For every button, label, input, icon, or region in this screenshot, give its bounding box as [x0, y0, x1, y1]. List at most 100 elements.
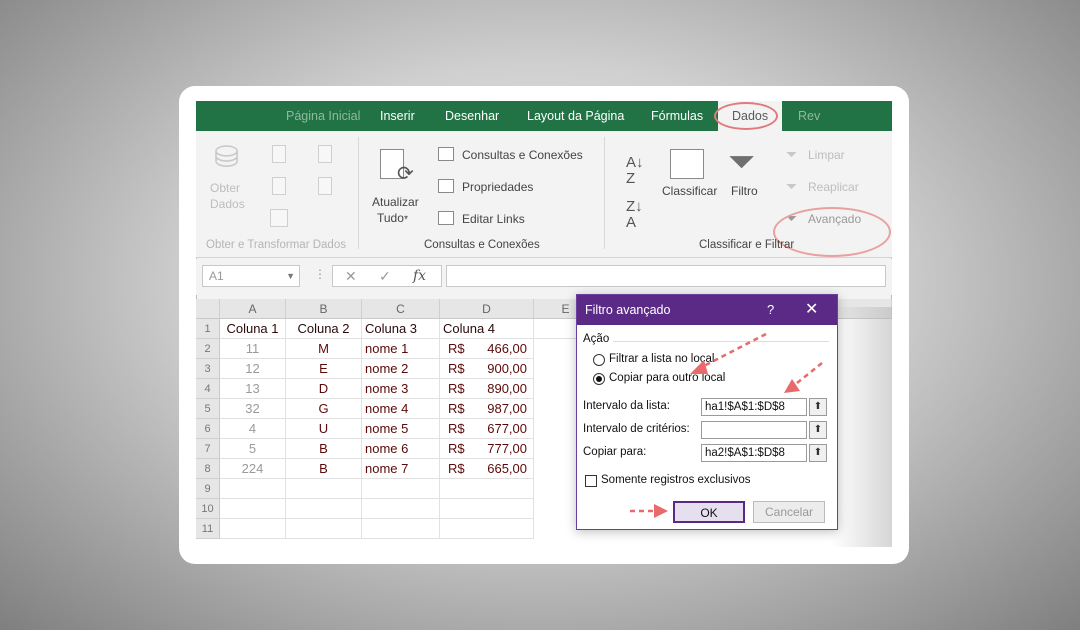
empty-cell[interactable]	[286, 499, 362, 519]
column-header-a[interactable]: A	[220, 299, 286, 319]
table-cell[interactable]: nome 5	[362, 419, 440, 439]
reapply-button[interactable]: Reaplicar	[808, 180, 859, 194]
empty-cell[interactable]	[362, 479, 440, 499]
tab-desenhar[interactable]: Desenhar	[445, 101, 499, 131]
recent-sources-icon[interactable]	[318, 145, 332, 163]
table-cell[interactable]: nome 4	[362, 399, 440, 419]
from-web-icon[interactable]	[272, 177, 286, 195]
row-header[interactable]: 11	[196, 519, 220, 539]
empty-cell[interactable]	[286, 519, 362, 539]
queries-connections-button[interactable]: Consultas e Conexões	[462, 148, 583, 162]
filter-in-place-radio[interactable]	[593, 354, 605, 366]
close-icon[interactable]: ✕	[805, 295, 818, 325]
name-box[interactable]: A1 ▼	[202, 265, 300, 287]
empty-cell[interactable]	[440, 499, 534, 519]
empty-cell[interactable]	[286, 479, 362, 499]
empty-cell[interactable]	[220, 499, 286, 519]
sort-a-z-icon[interactable]: A↓ Z	[626, 155, 644, 187]
edit-links-button[interactable]: Editar Links	[462, 212, 525, 226]
empty-cell[interactable]	[220, 519, 286, 539]
table-cell[interactable]: nome 1	[362, 339, 440, 359]
table-cell[interactable]: R$ 890,00	[440, 379, 534, 399]
row-header[interactable]: 1	[196, 319, 220, 339]
copy-to-input[interactable]: ha2!$A$1:$D$8	[701, 444, 807, 462]
sort-z-a-icon[interactable]: Z↓ A	[626, 199, 643, 231]
table-cell[interactable]: D	[286, 379, 362, 399]
table-cell[interactable]: R$ 987,00	[440, 399, 534, 419]
obter-dados-label-1[interactable]: Obter	[210, 181, 240, 195]
table-cell[interactable]: nome 7	[362, 459, 440, 479]
sort-button[interactable]: Classificar	[662, 184, 717, 198]
row-header[interactable]: 3	[196, 359, 220, 379]
list-range-input[interactable]: ha1!$A$1:$D$8	[701, 398, 807, 416]
help-icon[interactable]: ?	[767, 295, 774, 325]
empty-cell[interactable]	[362, 499, 440, 519]
obter-dados-label-2[interactable]: Dados	[210, 197, 245, 211]
row-header[interactable]: 5	[196, 399, 220, 419]
column-header-d[interactable]: D	[440, 299, 534, 319]
refresh-all-label-1[interactable]: Atualizar	[372, 195, 419, 209]
row-header[interactable]: 6	[196, 419, 220, 439]
header-cell[interactable]: Coluna 2	[286, 319, 362, 339]
empty-cell[interactable]	[440, 479, 534, 499]
existing-connections-icon[interactable]	[318, 177, 332, 195]
table-cell[interactable]: 224	[220, 459, 286, 479]
table-cell[interactable]: R$ 900,00	[440, 359, 534, 379]
tab-formulas[interactable]: Fórmulas	[651, 101, 703, 131]
row-header[interactable]: 2	[196, 339, 220, 359]
empty-cell[interactable]	[220, 479, 286, 499]
select-all-corner[interactable]	[196, 299, 220, 319]
table-cell[interactable]: 13	[220, 379, 286, 399]
ok-button[interactable]: OK	[673, 501, 745, 523]
formula-input[interactable]	[446, 265, 886, 287]
header-cell[interactable]: Coluna 4	[440, 319, 534, 339]
row-header[interactable]: 7	[196, 439, 220, 459]
empty-cell[interactable]	[362, 519, 440, 539]
tab-pagina-inicial[interactable]: Página Inicial	[286, 101, 360, 131]
clear-button[interactable]: Limpar	[808, 148, 845, 162]
row-header[interactable]: 8	[196, 459, 220, 479]
collapse-dialog-icon[interactable]: ⬆	[809, 398, 827, 416]
header-cell[interactable]: Coluna 3	[362, 319, 440, 339]
filter-button[interactable]: Filtro	[731, 184, 758, 198]
collapse-dialog-icon[interactable]: ⬆	[809, 421, 827, 439]
copy-to-location-radio[interactable]	[593, 373, 605, 385]
cancel-button[interactable]: Cancelar	[753, 501, 825, 523]
table-cell[interactable]: 5	[220, 439, 286, 459]
table-cell[interactable]: R$ 466,00	[440, 339, 534, 359]
properties-button[interactable]: Propriedades	[462, 180, 533, 194]
table-cell[interactable]: R$ 677,00	[440, 419, 534, 439]
column-header-b[interactable]: B	[286, 299, 362, 319]
unique-records-label[interactable]: Somente registros exclusivos	[601, 474, 751, 486]
from-table-icon[interactable]	[270, 209, 288, 227]
tab-inserir[interactable]: Inserir	[380, 101, 415, 131]
cancel-entry-icon[interactable]: ✕	[345, 268, 357, 285]
unique-records-checkbox[interactable]	[585, 475, 597, 487]
dialog-title-bar[interactable]: Filtro avançado ? ✕	[577, 295, 837, 325]
table-cell[interactable]: R$ 777,00	[440, 439, 534, 459]
row-header[interactable]: 4	[196, 379, 220, 399]
from-text-icon[interactable]	[272, 145, 286, 163]
collapse-dialog-icon[interactable]: ⬆	[809, 444, 827, 462]
table-cell[interactable]: R$ 665,00	[440, 459, 534, 479]
column-header-c[interactable]: C	[362, 299, 440, 319]
table-cell[interactable]: U	[286, 419, 362, 439]
chevron-down-icon[interactable]: ▼	[286, 266, 295, 286]
table-cell[interactable]: 12	[220, 359, 286, 379]
row-header[interactable]: 10	[196, 499, 220, 519]
table-cell[interactable]: 4	[220, 419, 286, 439]
table-cell[interactable]: 11	[220, 339, 286, 359]
insert-function-icon[interactable]: fx	[413, 268, 426, 284]
header-cell[interactable]: Coluna 1	[220, 319, 286, 339]
empty-cell[interactable]	[440, 519, 534, 539]
table-cell[interactable]: E	[286, 359, 362, 379]
criteria-range-input[interactable]	[701, 421, 807, 439]
table-cell[interactable]: nome 6	[362, 439, 440, 459]
confirm-entry-icon[interactable]: ✓	[379, 268, 391, 285]
table-cell[interactable]: G	[286, 399, 362, 419]
tab-revisao[interactable]: Rev	[798, 101, 820, 131]
tab-layout-da-pagina[interactable]: Layout da Página	[527, 101, 624, 131]
table-cell[interactable]: B	[286, 439, 362, 459]
table-cell[interactable]: nome 3	[362, 379, 440, 399]
table-cell[interactable]: M	[286, 339, 362, 359]
